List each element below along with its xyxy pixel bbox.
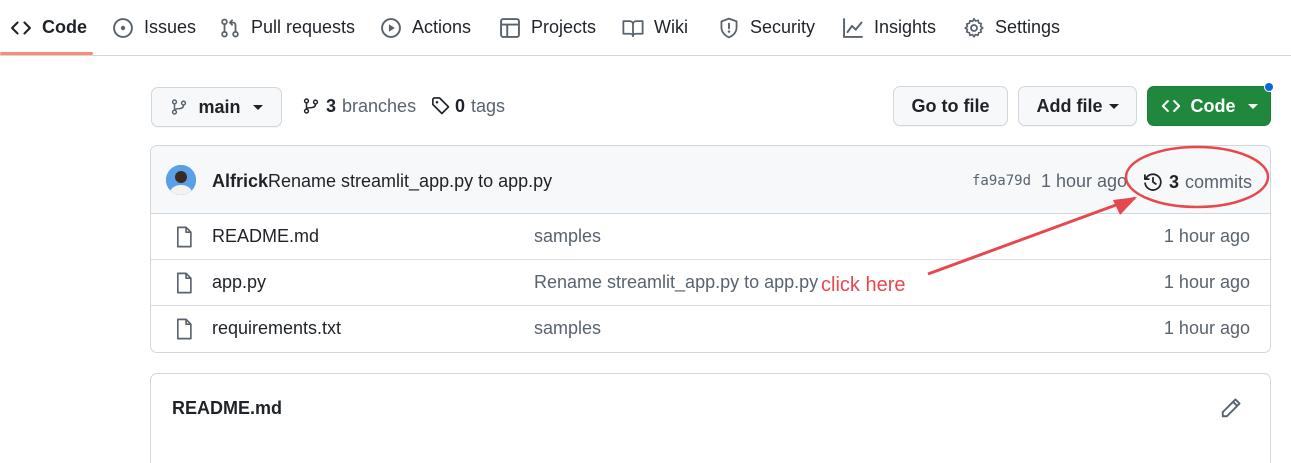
annotation-arrow-line — [927, 196, 1136, 276]
readme-title[interactable]: README.md — [172, 398, 282, 419]
annotation-text: click here — [821, 274, 906, 296]
annotation-arrow-head — [1113, 197, 1137, 215]
highlight-ellipse — [1124, 145, 1270, 209]
pencil-icon[interactable] — [1220, 397, 1242, 419]
readme-panel: README.md — [150, 373, 1271, 463]
